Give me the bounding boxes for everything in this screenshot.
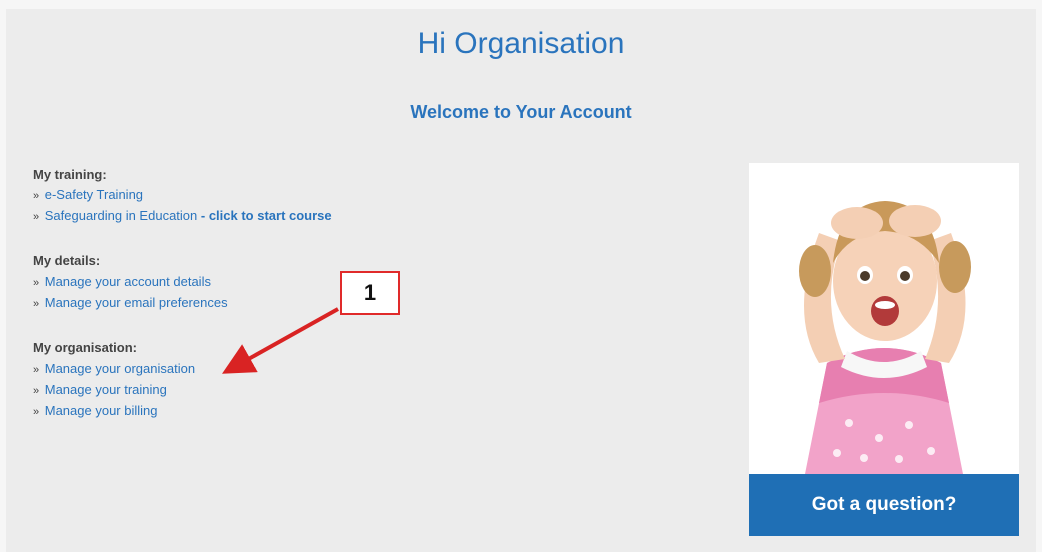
help-card: Got a question? [749,163,1019,536]
account-panel: Hi Organisation Welcome to Your Account … [6,9,1036,552]
start-course-link[interactable]: - click to start course [197,208,332,223]
chevron-right-double-icon: » [33,277,40,289]
details-item-account: » Manage your account details [33,274,211,289]
child-illustration [749,163,1019,474]
training-heading: My training: [33,167,107,182]
chevron-right-double-icon: » [33,298,40,310]
child-photo [749,163,1019,474]
training-item-esafety: » e-Safety Training [33,187,143,202]
manage-training-link[interactable]: Manage your training [45,382,167,397]
chevron-right-double-icon: » [33,211,40,223]
manage-billing-link[interactable]: Manage your billing [45,403,158,418]
chevron-right-double-icon: » [33,190,40,202]
training-item-safeguarding: » Safeguarding in Education - click to s… [33,208,332,223]
details-heading: My details: [33,253,101,268]
safeguarding-education-link[interactable]: Safeguarding in Education [45,208,198,223]
organisation-item-manage: » Manage your organisation [33,361,195,376]
manage-account-details-link[interactable]: Manage your account details [45,274,211,289]
organisation-heading: My organisation: [33,340,138,355]
manage-email-preferences-link[interactable]: Manage your email preferences [45,295,228,310]
page-title: Hi Organisation [417,27,625,60]
chevron-right-double-icon: » [33,406,40,418]
esafety-training-link[interactable]: e-Safety Training [45,187,143,202]
annotation-number-badge: 1 [340,271,400,315]
organisation-item-billing: » Manage your billing [33,403,157,418]
welcome-heading: Welcome to Your Account [410,102,632,122]
got-a-question-button[interactable]: Got a question? [749,474,1019,536]
chevron-right-double-icon: » [33,364,40,376]
chevron-right-double-icon: » [33,385,40,397]
manage-organisation-link[interactable]: Manage your organisation [45,361,195,376]
organisation-item-training: » Manage your training [33,382,167,397]
details-item-email: » Manage your email preferences [33,295,228,310]
